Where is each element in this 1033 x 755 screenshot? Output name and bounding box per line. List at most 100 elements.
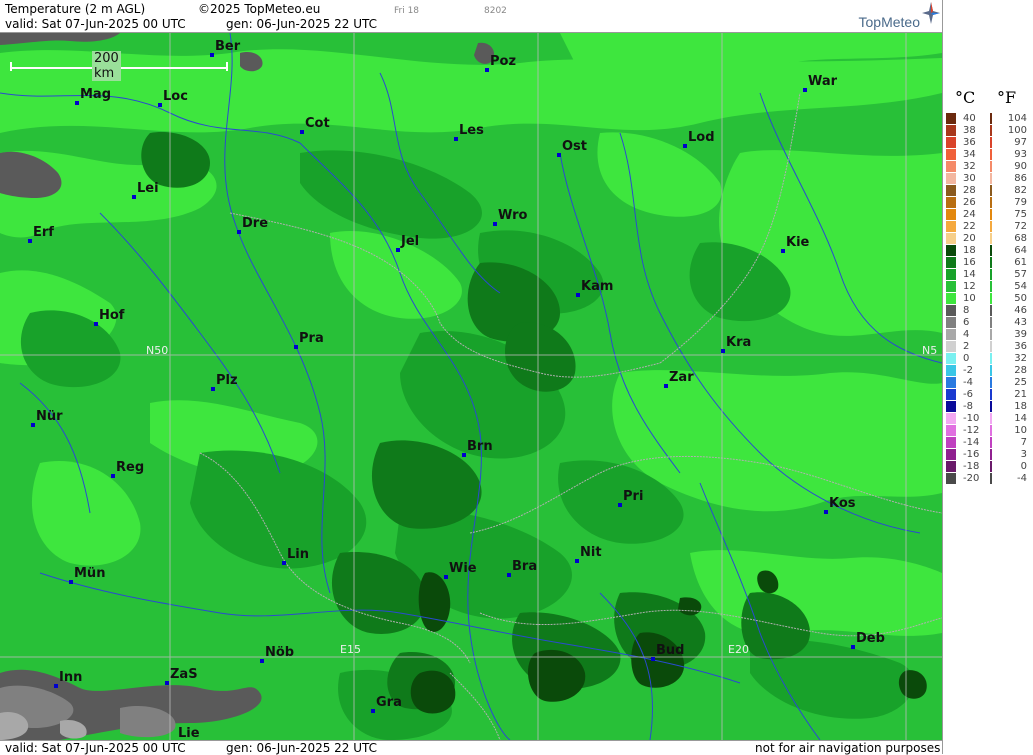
legend-celsius-value: -18: [963, 461, 980, 472]
legend-fahrenheit-tick: [990, 401, 992, 412]
legend-swatch: [946, 401, 956, 412]
legend-fahrenheit-tick: [990, 413, 992, 424]
navigation-disclaimer: not for air navigation purposes: [755, 741, 941, 755]
legend-fahrenheit-value: 104: [1007, 113, 1027, 124]
legend-row: 24 75: [943, 209, 1033, 220]
legend-fahrenheit-tick: [990, 281, 992, 292]
legend-swatch: [946, 353, 956, 364]
legend-fahrenheit-tick: [990, 425, 992, 436]
legend-swatch: [946, 413, 956, 424]
city-name: Loc: [163, 89, 188, 104]
legend-celsius-value: 22: [963, 221, 976, 232]
footer-generated-time: gen: 06-Jun-2025 22 UTC: [226, 741, 378, 755]
legend-fahrenheit-tick: [990, 185, 992, 196]
city-dot-icon: [824, 510, 828, 514]
city-name: Kie: [786, 235, 810, 250]
city-name: Pri: [623, 489, 644, 504]
legend-row: -20 -4: [943, 473, 1033, 484]
legend-row: -6 21: [943, 389, 1033, 400]
city-name: Kos: [829, 496, 856, 511]
city-dot-icon: [165, 681, 169, 685]
legend-fahrenheit-value: 43: [1014, 317, 1027, 328]
legend-row: 28 82: [943, 185, 1033, 196]
city-dot-icon: [462, 453, 466, 457]
legend-swatch: [946, 377, 956, 388]
city-name: Bud: [656, 643, 685, 658]
city-name: Cot: [305, 116, 330, 131]
legend-row: -2 28: [943, 365, 1033, 376]
legend-fahrenheit-value: 64: [1014, 245, 1027, 256]
legend-swatch: [946, 305, 956, 316]
city-name: Jel: [401, 234, 420, 249]
legend-row: 18 64: [943, 245, 1033, 256]
city-name: Kra: [726, 335, 752, 350]
city-dot-icon: [721, 349, 725, 353]
city-name: Kam: [581, 279, 614, 294]
legend-celsius-value: -20: [963, 473, 980, 484]
legend-celsius-value: -6: [963, 389, 973, 400]
legend-row: 10 50: [943, 293, 1033, 304]
legend-row: 30 86: [943, 173, 1033, 184]
city-name: Poz: [490, 54, 517, 69]
legend-row: -4 25: [943, 377, 1033, 388]
map-title: Temperature (2 m AGL): [5, 2, 146, 16]
legend-row: 8 46: [943, 305, 1033, 316]
legend-fahrenheit-value: 86: [1014, 173, 1027, 184]
legend-row: 6 43: [943, 317, 1033, 328]
city-dot-icon: [781, 249, 785, 253]
day-marker: Fri 18: [394, 6, 420, 16]
legend-row: 40 104: [943, 113, 1033, 124]
legend-row: 32 90: [943, 161, 1033, 172]
city-name: Wie: [449, 561, 477, 576]
legend-fahrenheit-value: 36: [1014, 341, 1027, 352]
legend-fahrenheit-tick: [990, 221, 992, 232]
legend-fahrenheit-tick: [990, 113, 992, 124]
legend-fahrenheit-tick: [990, 233, 992, 244]
legend-celsius-value: 26: [963, 197, 976, 208]
valid-time: valid: Sat 07-Jun-2025 00 UTC: [5, 17, 186, 31]
legend-fahrenheit-value: 10: [1014, 425, 1027, 436]
legend-swatch: [946, 473, 956, 484]
legend-celsius-value: 18: [963, 245, 976, 256]
legend-fahrenheit-tick: [990, 449, 992, 460]
city-dot-icon: [28, 239, 32, 243]
legend-swatch: [946, 149, 956, 160]
city-dot-icon: [664, 384, 668, 388]
legend-celsius-value: 10: [963, 293, 976, 304]
legend-swatch: [946, 317, 956, 328]
city-dot-icon: [803, 88, 807, 92]
legend-fahrenheit-value: 0: [1020, 461, 1027, 472]
city-dot-icon: [158, 103, 162, 107]
legend-fahrenheit-tick: [990, 149, 992, 160]
city-name: Bra: [512, 559, 538, 574]
legend-swatch: [946, 281, 956, 292]
lat-label-n50-right: N5: [922, 344, 938, 357]
legend-swatch: [946, 437, 956, 448]
legend-row: 0 32: [943, 353, 1033, 364]
legend-swatch: [946, 209, 956, 220]
legend-fahrenheit-tick: [990, 245, 992, 256]
city-name: Inn: [59, 670, 83, 685]
legend-celsius-value: 6: [963, 317, 970, 328]
city-name: Ost: [562, 139, 588, 154]
city-name: Les: [459, 123, 484, 138]
city-dot-icon: [396, 248, 400, 252]
legend-swatch: [946, 197, 956, 208]
city-dot-icon: [211, 387, 215, 391]
temperature-map[interactable]: N50 N5 E15 E20 200 km Ber Poz War Mag Loc Cot…: [0, 33, 942, 740]
header-bar: Temperature (2 m AGL) ©2025 TopMeteo.eu …: [0, 0, 942, 33]
legend-fahrenheit-tick: [990, 317, 992, 328]
legend-swatch: [946, 245, 956, 256]
city-dot-icon: [683, 144, 687, 148]
legend-celsius-value: 14: [963, 269, 976, 280]
topmeteo-logo[interactable]: TopMeteo: [859, 14, 920, 30]
legend-fahrenheit-value: 3: [1020, 449, 1027, 460]
legend-fahrenheit-value: 28: [1014, 365, 1027, 376]
city-dot-icon: [851, 645, 855, 649]
city-name: Nöb: [265, 645, 295, 660]
legend-row: 14 57: [943, 269, 1033, 280]
legend-swatch: [946, 461, 956, 472]
legend-row: 4 39: [943, 329, 1033, 340]
legend-row: -14 7: [943, 437, 1033, 448]
legend-fahrenheit-tick: [990, 257, 992, 268]
